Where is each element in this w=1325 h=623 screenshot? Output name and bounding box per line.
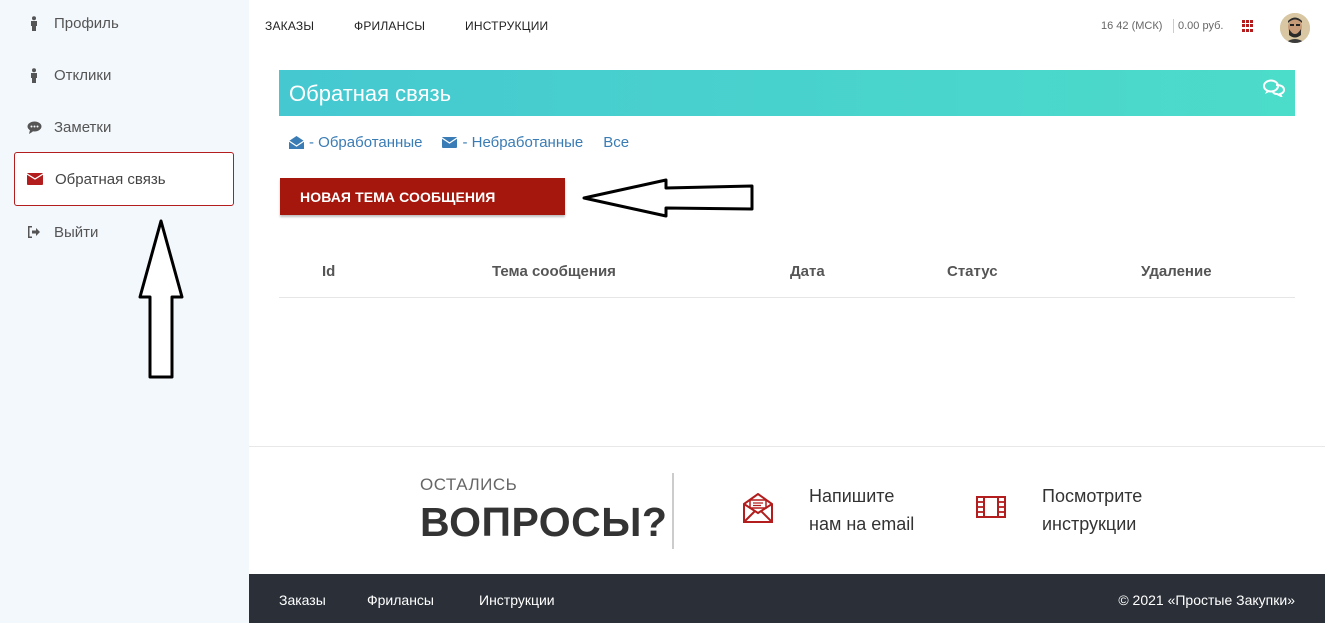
cta-title: ВОПРОСЫ? xyxy=(420,499,668,545)
sidebar-item-label: Обратная связь xyxy=(55,170,166,188)
time-display: 16 42 (МСК) xyxy=(1101,20,1163,32)
cta-email-line2: нам на email xyxy=(809,514,915,534)
column-header-status[interactable]: Статус xyxy=(947,263,998,280)
envelope-icon xyxy=(442,136,458,148)
sign-out-icon xyxy=(26,224,42,240)
column-header-subject[interactable]: Тема сообщения xyxy=(492,263,616,280)
avatar[interactable] xyxy=(1280,13,1310,43)
new-topic-button[interactable]: НОВАЯ ТЕМА СООБЩЕНИЯ xyxy=(280,178,565,215)
sidebar-item-label: Отклики xyxy=(54,66,112,84)
person-icon xyxy=(26,15,42,31)
nav-link-orders[interactable]: ЗАКАЗЫ xyxy=(265,19,314,33)
nav-link-freelances[interactable]: ФРИЛАНСЫ xyxy=(354,19,425,33)
envelope-icon xyxy=(27,171,43,187)
sidebar-item-label: Профиль xyxy=(54,14,119,32)
page-header-banner: Обратная связь xyxy=(279,70,1295,116)
column-header-id[interactable]: Id xyxy=(322,263,335,280)
divider xyxy=(1173,19,1174,33)
sidebar-item-profile[interactable]: Профиль xyxy=(14,0,234,49)
footer-link-orders[interactable]: Заказы xyxy=(279,592,326,608)
feedback-table-header: Id Тема сообщения Дата Статус Удаление xyxy=(279,255,1295,298)
feedback-filters: - Обработанные - Небработанные Все xyxy=(289,132,649,152)
divider xyxy=(672,473,674,549)
filter-processed[interactable]: - Обработанные xyxy=(289,134,422,151)
comment-icon xyxy=(26,119,42,135)
sidebar: Профиль Отклики Заметки Обратная связь В… xyxy=(0,0,249,623)
nav-link-instructions[interactable]: ИНСТРУКЦИИ xyxy=(465,19,548,33)
cta-email-link[interactable]: Напишите нам на email xyxy=(809,482,914,538)
column-header-delete[interactable]: Удаление xyxy=(1141,263,1212,280)
footer-link-instructions[interactable]: Инструкции xyxy=(479,592,555,608)
sidebar-item-label: Заметки xyxy=(54,118,112,136)
filter-unprocessed-label: - Небработанные xyxy=(462,133,584,151)
sidebar-item-feedback[interactable]: Обратная связь xyxy=(14,152,234,206)
page-title: Обратная связь xyxy=(289,81,452,106)
email-icon[interactable] xyxy=(742,492,774,528)
avatar-image-icon xyxy=(1280,13,1310,43)
cta-instructions-link[interactable]: Посмотрите инструкции xyxy=(1042,482,1142,538)
chat-bubbles-icon xyxy=(1263,79,1286,102)
person-icon xyxy=(26,67,42,83)
footer-bar: Заказы Фрилансы Инструкции © 2021 «Прост… xyxy=(249,574,1325,623)
cta-instructions-line2: инструкции xyxy=(1042,514,1137,534)
filter-processed-label: - Обработанные xyxy=(309,133,423,151)
sidebar-item-logout[interactable]: Выйти xyxy=(14,206,234,258)
apps-grid-icon[interactable] xyxy=(1242,20,1254,32)
arrow-left-annotation xyxy=(582,178,754,218)
footer-link-freelances[interactable]: Фрилансы xyxy=(367,592,434,608)
film-icon[interactable] xyxy=(976,496,1006,523)
column-header-date[interactable]: Дата xyxy=(790,263,825,280)
cta-instructions-line1: Посмотрите xyxy=(1042,486,1143,506)
filter-all[interactable]: Все xyxy=(603,134,629,151)
page-root: Профиль Отклики Заметки Обратная связь В… xyxy=(0,0,1325,623)
filter-unprocessed[interactable]: - Небработанные xyxy=(442,134,583,151)
cta-email-line1: Напишите xyxy=(809,486,895,506)
sidebar-item-notes[interactable]: Заметки xyxy=(14,101,234,153)
copyright: © 2021 «Простые Закупки» xyxy=(1118,592,1295,608)
cta-subtitle: ОСТАЛИСЬ xyxy=(420,475,518,494)
top-navigation: ЗАКАЗЫ ФРИЛАНСЫ ИНСТРУКЦИИ 16 42 (МСК) 0… xyxy=(249,0,1325,52)
balance-display: 0.00 руб. xyxy=(1178,20,1224,32)
envelope-open-icon xyxy=(289,135,304,149)
sidebar-item-label: Выйти xyxy=(54,223,99,241)
sidebar-item-responses[interactable]: Отклики xyxy=(14,49,234,101)
questions-cta: ОСТАЛИСЬ ВОПРОСЫ? Напишите нам на email … xyxy=(249,446,1325,574)
